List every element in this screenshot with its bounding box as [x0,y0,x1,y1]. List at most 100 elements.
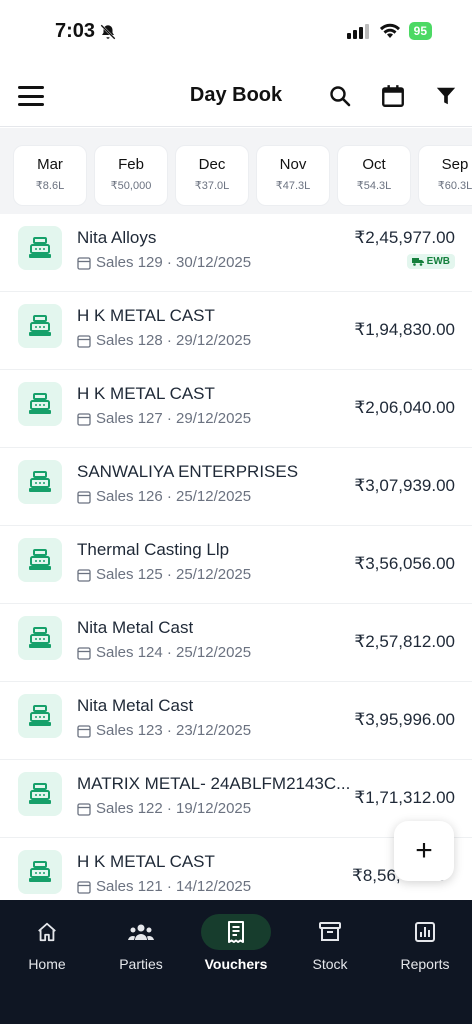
voucher-row[interactable]: Thermal Casting Llp Sales 125 · 25/12/20… [0,526,472,604]
signal-icon [346,24,369,39]
voucher-meta: Sales 122 · 19/12/2025 [77,800,251,817]
voucher-meta: Sales 125 · 25/12/2025 [77,566,251,583]
plus-icon: + [415,834,433,867]
voucher-list[interactable]: Nita Alloys Sales 129 · 30/12/2025 ₹2,45… [0,214,472,900]
status-time: 7:03 [55,20,117,43]
add-voucher-button[interactable]: + [394,821,454,881]
receipt-icon [201,914,271,950]
month-amount: ₹54.3L [356,180,392,192]
calendar-small-icon [77,334,91,348]
party-name: Thermal Casting Llp [77,540,230,559]
people-icon [106,914,176,950]
month-amount: ₹50,000 [110,180,152,192]
status-indicators: 95 [346,22,432,40]
cash-register-icon [18,226,62,270]
nav-reports[interactable]: Reports [378,914,472,972]
month-track: Mar ₹8.6L Feb ₹50,000 Dec ₹37.0L Nov ₹47… [13,145,472,206]
voucher-meta: Sales 126 · 25/12/2025 [77,488,251,505]
calendar-small-icon [77,256,91,270]
nav-label: Reports [400,956,450,972]
status-bar: 7:03 95 [0,0,472,64]
nav-home[interactable]: Home [0,914,94,972]
voucher-meta: Sales 124 · 25/12/2025 [77,644,251,661]
bar-chart-icon [390,914,460,950]
voucher-row[interactable]: Nita Alloys Sales 129 · 30/12/2025 ₹2,45… [0,214,472,292]
voucher-amount: ₹3,56,056.00 [354,554,455,573]
calendar-small-icon [77,724,91,738]
calendar-small-icon [77,646,91,660]
month-amount: ₹37.0L [194,180,230,192]
voucher-amount: ₹3,07,939.00 [354,476,455,495]
month-filter-strip: Mar ₹8.6L Feb ₹50,000 Dec ₹37.0L Nov ₹47… [0,128,472,216]
voucher-row[interactable]: SANWALIYA ENTERPRISES Sales 126 · 25/12/… [0,448,472,526]
voucher-meta: Sales 128 · 29/12/2025 [77,332,251,349]
truck-icon [411,258,424,266]
voucher-row[interactable]: H K METAL CAST Sales 128 · 29/12/2025 ₹1… [0,292,472,370]
voucher-number-date: Sales 122 · 19/12/2025 [96,800,252,817]
nav-stock[interactable]: Stock [283,914,377,972]
voucher-meta: Sales 129 · 30/12/2025 [77,254,251,271]
voucher-meta: Sales 121 · 14/12/2025 [77,878,251,895]
voucher-number-date: Sales 129 · 30/12/2025 [96,254,252,271]
voucher-amount: ₹1,71,312.00 [354,788,455,807]
voucher-amount: ₹2,06,040.00 [354,398,455,417]
search-icon[interactable] [326,82,354,110]
calendar-small-icon [77,568,91,582]
calendar-small-icon [77,490,91,504]
party-name: H K METAL CAST [77,852,215,871]
app-header: Day Book [0,64,472,127]
month-chip[interactable]: Nov ₹47.3L [256,145,330,206]
voucher-number-date: Sales 128 · 29/12/2025 [96,332,252,349]
voucher-meta: Sales 127 · 29/12/2025 [77,410,251,427]
voucher-amount: ₹3,95,996.00 [354,710,455,729]
party-name: H K METAL CAST [77,306,215,325]
month-chip[interactable]: Dec ₹37.0L [175,145,249,206]
party-name: H K METAL CAST [77,384,215,403]
nav-parties[interactable]: Parties [94,914,188,972]
ewb-badge: EWB [406,254,455,269]
voucher-number-date: Sales 127 · 29/12/2025 [96,410,252,427]
month-chip[interactable]: Sep ₹60.3L [418,145,472,206]
wifi-icon [379,23,400,38]
month-amount: ₹60.3L [437,180,472,192]
calendar-small-icon [77,412,91,426]
voucher-number-date: Sales 124 · 25/12/2025 [96,644,252,661]
month-name: Sep [441,156,469,173]
calendar-icon[interactable] [379,82,407,110]
nav-label: Vouchers [204,956,268,972]
calendar-small-icon [77,802,91,816]
month-name: Dec [198,156,226,173]
nav-label: Parties [119,956,163,972]
cash-register-icon [18,616,62,660]
home-icon [12,914,82,950]
nav-vouchers[interactable]: Vouchers [189,914,283,972]
party-name: MATRIX METAL- 24ABLFM2143C... [77,774,351,793]
month-amount: ₹8.6L [35,180,65,192]
party-name: SANWALIYA ENTERPRISES [77,462,299,481]
clock: 7:03 [55,20,96,42]
voucher-number-date: Sales 123 · 23/12/2025 [96,722,252,739]
voucher-meta: Sales 123 · 23/12/2025 [77,722,251,739]
cash-register-icon [18,694,62,738]
voucher-row[interactable]: Nita Metal Cast Sales 123 · 23/12/2025 ₹… [0,682,472,760]
cash-register-icon [18,772,62,816]
month-amount: ₹47.3L [275,180,311,192]
voucher-amount: ₹2,45,977.00 [354,228,455,247]
cash-register-icon [18,382,62,426]
voucher-amount: ₹2,57,812.00 [354,632,455,651]
cash-register-icon [18,460,62,504]
calendar-small-icon [77,880,91,894]
month-chip[interactable]: Mar ₹8.6L [13,145,87,206]
voucher-row[interactable]: H K METAL CAST Sales 127 · 29/12/2025 ₹2… [0,370,472,448]
month-name: Nov [279,156,307,173]
voucher-number-date: Sales 121 · 14/12/2025 [96,878,252,895]
month-chip[interactable]: Oct ₹54.3L [337,145,411,206]
party-name: Nita Alloys [77,228,157,247]
battery-indicator: 95 [408,22,432,40]
cash-register-icon [18,538,62,582]
voucher-row[interactable]: Nita Metal Cast Sales 124 · 25/12/2025 ₹… [0,604,472,682]
month-chip[interactable]: Feb ₹50,000 [94,145,168,206]
archive-box-icon [295,914,365,950]
filter-icon[interactable] [432,82,460,110]
party-name: Nita Metal Cast [77,618,194,637]
